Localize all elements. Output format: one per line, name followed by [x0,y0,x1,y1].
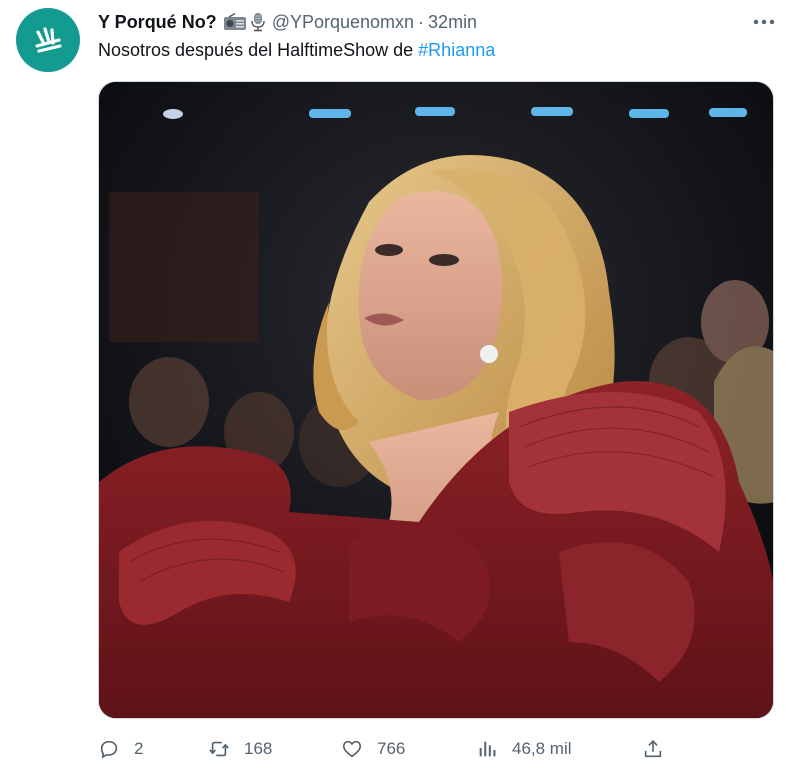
reply-count: 2 [134,739,144,758]
heart-icon [341,738,363,760]
more-options-button[interactable] [750,8,778,36]
reply-button[interactable]: 2 [98,732,143,766]
tweet-header: Y Porqué No? @YPorquenomxn · 32min [98,10,740,34]
views-button[interactable]: 46,8 mil [476,732,572,766]
separator-dot: · [418,11,425,32]
display-name[interactable]: Y Porqué No? [98,12,217,33]
tweet-text-body: Nosotros después del HalftimeShow de [98,40,419,60]
radio-icon [223,13,246,30]
avatar-logo-icon [35,27,62,53]
hashtag-link[interactable]: #Rhianna [418,40,495,60]
retweet-count: 168 [244,739,273,758]
retweet-icon [208,738,230,760]
avatar[interactable] [16,8,80,72]
photo [99,82,773,718]
name-emojis [223,12,266,32]
tweet[interactable]: Y Porqué No? @YPorquenomxn · 32min Nosot… [0,0,800,776]
retweet-button[interactable]: 168 [208,732,272,766]
share-button[interactable] [642,732,664,766]
like-count: 766 [377,739,406,758]
tweet-media[interactable] [98,81,774,719]
more-icon [753,19,775,25]
views-icon [476,738,498,760]
tweet-actions: 2 168 766 46,8 mil [98,732,678,766]
views-count: 46,8 mil [512,739,572,758]
handle[interactable]: @YPorquenomxn [272,12,414,33]
timestamp[interactable]: 32min [428,12,477,33]
tweet-text: Nosotros después del HalftimeShow de #Rh… [98,38,495,62]
like-button[interactable]: 766 [341,732,405,766]
microphone-icon [250,13,265,32]
share-icon [642,738,664,760]
reply-icon [98,738,120,760]
